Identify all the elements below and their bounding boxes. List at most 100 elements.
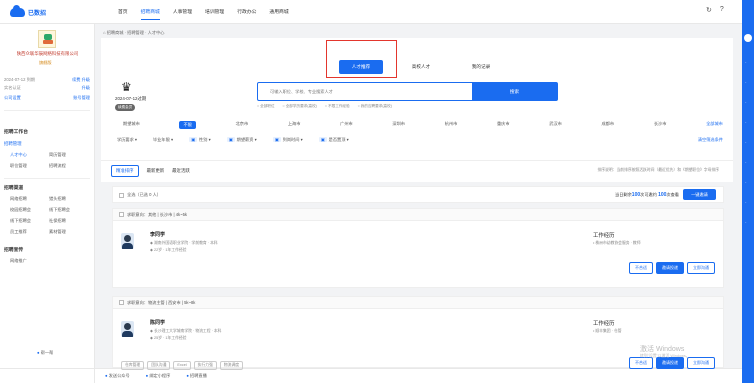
sidebar-item-flow[interactable]: 招聘流程 — [49, 163, 88, 169]
clear-filters-link[interactable]: 清空筛选条件 — [698, 137, 723, 143]
sort-active-button[interactable]: 最近活跃 — [172, 168, 190, 174]
candidate-photo[interactable] — [121, 321, 134, 337]
toolbar-mark[interactable]: · — [745, 180, 747, 186]
city-option-any[interactable]: 不限 — [179, 121, 196, 129]
candidate-photo[interactable] — [121, 233, 134, 249]
company-name: 陕西众联华辰网络科技有限公司 — [16, 51, 79, 56]
section-workbench[interactable]: 招聘工作台 — [4, 128, 28, 135]
search-option[interactable]: 不限工作经验 — [325, 104, 350, 109]
one-click-invite-button[interactable]: 一键邀请 — [683, 189, 716, 200]
unsuitable-button[interactable]: 不合适 — [629, 262, 653, 274]
filter-label: 学历要求 — [117, 137, 134, 142]
tab-campus[interactable]: 高校人才 — [391, 60, 451, 74]
nav-item-hr[interactable]: 人事管理 — [173, 8, 192, 15]
help-button[interactable]: ● 帮一帮 — [37, 350, 53, 356]
city-option-all[interactable]: 全部城市 — [706, 121, 723, 129]
refresh-icon[interactable]: ↻ — [706, 6, 712, 14]
assistant-icon[interactable] — [744, 34, 752, 42]
sidebar-item-materials[interactable]: 素材管理 — [49, 229, 88, 235]
toolbar-mark[interactable]: · — [745, 160, 747, 166]
chat-now-button[interactable]: 立即沟通 — [687, 357, 715, 369]
section-channels[interactable]: 招聘渠道 — [4, 184, 23, 191]
search-button[interactable]: 搜索 — [472, 83, 557, 100]
city-option[interactable]: 北京市 — [236, 121, 249, 129]
city-option[interactable]: 成都市 — [602, 121, 615, 129]
bottom-link-miniapp[interactable]: 绑定小程序 — [146, 373, 170, 379]
sidebar-item-talent-center[interactable]: 人才中心 — [10, 152, 49, 158]
brand-logo[interactable]: 已数招 — [10, 5, 50, 18]
nav-item-recruit[interactable]: 招聘商城 — [140, 8, 161, 21]
tab-recommend[interactable]: 人才推荐 — [339, 60, 383, 74]
filter-top[interactable]: ▣ 是否置顶 ▾ — [318, 137, 349, 143]
bottom-link-live[interactable]: 招聘直播 — [186, 373, 207, 379]
sidebar-item-headhunt[interactable]: 猎头招聘 — [49, 196, 88, 202]
toolbar-mark[interactable]: · — [745, 60, 747, 66]
city-option[interactable]: 长沙市 — [654, 121, 667, 129]
candidate-name[interactable]: 李同学 — [150, 231, 165, 238]
crown-icon: ♛ — [121, 80, 132, 94]
sidebar-item-resume[interactable]: 简历管理 — [49, 152, 88, 158]
city-option[interactable]: 杭州市 — [445, 121, 458, 129]
divider — [4, 178, 90, 179]
search-option[interactable]: 全部学历要求(高校) — [283, 104, 317, 109]
nav-item-office[interactable]: 行政办公 — [237, 8, 256, 15]
toolbar-mark[interactable]: · — [745, 140, 747, 146]
filter-gender[interactable]: ▣ 性别 ▾ — [189, 137, 211, 143]
nav-item-home[interactable]: 首页 — [118, 8, 128, 15]
renew-member-badge[interactable]: 续费会员 — [115, 104, 136, 111]
sidebar-item-offline[interactable]: 线下招聘会 — [49, 207, 88, 213]
city-option[interactable]: 武汉市 — [549, 121, 562, 129]
account-manage-button[interactable]: 账号管理 — [73, 95, 90, 101]
candidate-checkbox[interactable] — [119, 300, 124, 305]
nav-item-store[interactable]: 通用商城 — [269, 8, 288, 15]
sidebar-item-referral[interactable]: 员工推荐 — [10, 229, 49, 235]
invite-apply-button[interactable]: 邀请投递 — [656, 262, 684, 274]
toolbar-mark[interactable]: · — [745, 80, 747, 86]
filter-tag-icon: ▣ — [272, 137, 281, 142]
city-option[interactable]: 广州市 — [340, 121, 353, 129]
sub-recruit-manage[interactable]: 招聘管理 — [4, 141, 22, 147]
search-options: 全部职位 全部学历要求(高校) 不限工作经验 我的应聘要求(高校) — [257, 104, 392, 109]
sidebar-item-offline-2[interactable]: 线下招聘会 — [10, 218, 49, 224]
toolbar-mark[interactable]: · — [745, 100, 747, 106]
company-avatar[interactable] — [38, 30, 56, 48]
chat-now-button[interactable]: 立即沟通 — [687, 262, 715, 274]
settings-row: 公司设置 账号管理 — [4, 95, 90, 101]
search-input[interactable] — [270, 83, 460, 100]
sidebar-item-social[interactable]: 社保招聘 — [49, 218, 88, 224]
quota-remaining: 当日剩余100次可邀约 100次查看 — [615, 192, 679, 198]
sidebar-item-promo[interactable]: 网络推广 — [10, 258, 49, 264]
skill-tag: Excel — [173, 361, 191, 370]
search-option[interactable]: 全部职位 — [257, 104, 274, 109]
toolbar-mark[interactable]: · — [745, 200, 747, 206]
bottom-link-official[interactable]: 发送公众号 — [105, 373, 130, 379]
sidebar-item-campus[interactable]: 校园招聘会 — [10, 207, 49, 213]
quota-text: 次查看 — [666, 192, 679, 197]
candidate-name[interactable]: 陈同学 — [150, 319, 165, 326]
sidebar-item-jobs[interactable]: 职位管理 — [10, 163, 49, 169]
renew-link[interactable]: 续费 升级 — [72, 77, 90, 83]
help-icon[interactable]: ? — [720, 6, 724, 14]
sort-precise-button[interactable]: 精准排序 — [111, 165, 139, 177]
search-option[interactable]: 我的应聘要求(高校) — [358, 104, 392, 109]
toolbar-mark[interactable]: · — [745, 120, 747, 126]
filter-salary[interactable]: ▣ 期望薪资 ▾ — [226, 137, 257, 143]
select-all-checkbox[interactable]: 全选（已选 0 人） — [119, 192, 161, 198]
filter-arrival[interactable]: ▣ 到岗时间 ▾ — [272, 137, 303, 143]
city-option[interactable]: 上海市 — [288, 121, 301, 129]
filter-grad-year[interactable]: 毕业年限 ▾ — [153, 137, 173, 143]
sidebar-item-online[interactable]: 网络招聘 — [10, 196, 49, 202]
section-promotion[interactable]: 招聘宣传 — [4, 246, 23, 253]
city-option[interactable]: 深圳市 — [392, 121, 405, 129]
tab-records[interactable]: 我的记录 — [451, 60, 511, 74]
watermark-title: 激活 Windows — [640, 346, 685, 353]
upgrade-link[interactable]: 升级 — [82, 85, 90, 91]
sort-latest-button[interactable]: 最新更新 — [147, 168, 165, 174]
company-settings-button[interactable]: 公司设置 — [4, 95, 21, 101]
filter-education[interactable]: 学历要求 ▾ — [117, 137, 137, 143]
nav-item-training[interactable]: 培训管理 — [205, 8, 224, 15]
candidate-checkbox[interactable] — [119, 212, 124, 217]
city-option[interactable]: 重庆市 — [497, 121, 510, 129]
toolbar-mark[interactable]: · — [745, 220, 747, 226]
member-expire: 2024-07-12过期 — [115, 96, 147, 101]
